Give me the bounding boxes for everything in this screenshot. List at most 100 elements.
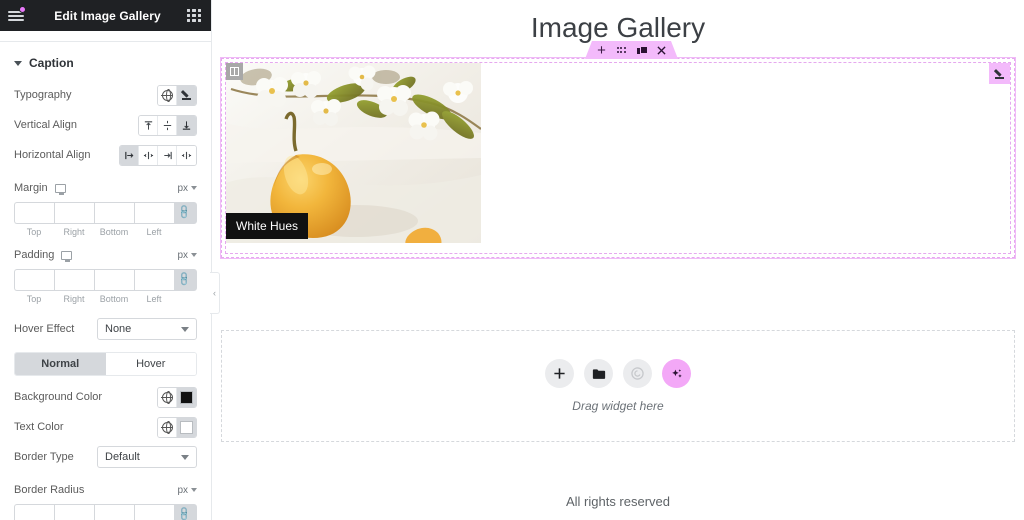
margin-right-label: Right [63,227,85,237]
radius-right-input[interactable] [54,504,94,520]
padding-right-input[interactable] [54,269,94,291]
radius-bottom-cell: Bottom [94,504,134,520]
control-padding: Padding px [14,243,197,267]
color-swatch [180,390,193,404]
padding-unit-selector[interactable]: px [177,250,197,261]
pencil-icon [994,68,1006,80]
margin-left-input[interactable] [134,202,174,224]
radius-left-input[interactable] [134,504,174,520]
margin-top-cell: Top [14,202,54,237]
hamburger-menu-icon[interactable] [8,5,28,23]
column-handle-icon[interactable] [226,63,243,80]
settings-sidebar: Edit Image Gallery Caption Typography Ve… [0,0,220,520]
control-vertical-align: Vertical Align [14,110,197,140]
apps-grid-icon[interactable] [187,8,201,23]
border-radius-inputs: Top Right Bottom Left 🔗 [14,504,197,520]
ai-button[interactable] [662,359,691,388]
padding-inputs: Top Right Bottom Left 🔗 [14,269,197,304]
tab-hover[interactable]: Hover [105,353,196,375]
control-label: Text Color [14,421,64,433]
padding-label: Padding [14,249,55,261]
padding-bottom-input[interactable] [94,269,134,291]
add-widget-button[interactable] [545,359,574,388]
section-title: Caption [29,56,74,70]
globe-icon[interactable] [158,417,177,437]
widget-edit-button[interactable] [989,63,1010,84]
control-label: Margin [14,182,177,195]
border-radius-unit-selector[interactable]: px [177,485,197,496]
duplicate-icon[interactable] [636,45,647,56]
chevron-down-icon [181,454,189,460]
margin-bottom-input[interactable] [94,202,134,224]
section-outline[interactable]: White Hues [220,57,1016,259]
monitor-icon[interactable] [54,183,66,195]
radius-top-input[interactable] [14,504,54,520]
widget-dropzone[interactable]: Drag widget here [221,330,1015,442]
control-text-color: Text Color [14,412,197,442]
align-center-icon[interactable] [139,145,158,165]
radius-link-values-button[interactable]: 🔗 [174,504,197,520]
padding-bottom-label: Bottom [99,294,129,304]
margin-top-label: Top [26,227,42,237]
section-caption-header[interactable]: Caption [14,42,197,80]
gallery-caption: White Hues [226,213,309,239]
notification-dot [19,5,26,13]
state-tabs: Normal Hover [14,352,197,376]
control-typography: Typography [14,80,197,110]
pencil-icon[interactable] [177,85,196,105]
margin-right-cell: Right [54,202,94,237]
control-border-type: Border Type Default [14,442,197,472]
tab-normal[interactable]: Normal [15,353,106,375]
background-color-buttons [157,386,197,408]
drag-handle-icon[interactable] [616,45,627,56]
gallery-section: + White Hues [220,57,1016,259]
gallery-image[interactable]: White Hues [226,63,481,253]
add-template-button[interactable] [584,359,613,388]
panel-title: Edit Image Gallery [54,8,161,23]
margin-right-input[interactable] [54,202,94,224]
background-color-swatch[interactable] [177,387,196,407]
border-type-value: Default [105,451,140,463]
image-gallery-widget[interactable]: White Hues [225,62,1011,254]
color-swatch [180,420,193,434]
close-icon[interactable] [656,45,667,56]
padding-left-cell: Left [134,269,174,304]
align-left-icon[interactable] [120,145,139,165]
monitor-icon[interactable] [61,250,73,262]
border-type-select[interactable]: Default [97,446,197,468]
elementor-logo-button[interactable] [623,359,652,388]
radius-bottom-input[interactable] [94,504,134,520]
link-icon: 🔗 [176,506,194,520]
align-middle-icon[interactable] [158,115,177,135]
padding-link-values-button[interactable]: 🔗 [174,269,197,291]
text-color-swatch[interactable] [177,417,196,437]
margin-unit-selector[interactable]: px [177,183,197,194]
radius-left-cell: Left [134,504,174,520]
globe-icon[interactable] [158,387,177,407]
control-label: Hover Effect [14,323,75,335]
padding-top-cell: Top [14,269,54,304]
plus-icon[interactable]: + [596,45,607,56]
sidebar-collapse-button[interactable]: ‹ [210,272,220,314]
unit-label: px [177,484,188,496]
control-background-color: Background Color [14,382,197,412]
align-bottom-icon[interactable] [177,115,196,135]
section-toolbar: + [585,41,678,59]
globe-icon[interactable] [158,85,177,105]
chevron-down-icon [181,326,189,332]
control-label: Vertical Align [14,119,77,131]
hover-effect-select[interactable]: None [97,318,197,340]
align-justify-icon[interactable] [177,145,196,165]
align-right-icon[interactable] [158,145,177,165]
padding-left-label: Left [146,294,162,304]
margin-left-label: Left [146,227,162,237]
unit-label: px [177,182,188,194]
padding-left-input[interactable] [134,269,174,291]
align-top-icon[interactable] [139,115,158,135]
chevron-down-icon [14,60,22,66]
chevron-down-icon [191,186,197,190]
margin-link-values-button[interactable]: 🔗 [174,202,197,224]
hover-effect-value: None [105,323,132,335]
padding-top-input[interactable] [14,269,54,291]
margin-top-input[interactable] [14,202,54,224]
